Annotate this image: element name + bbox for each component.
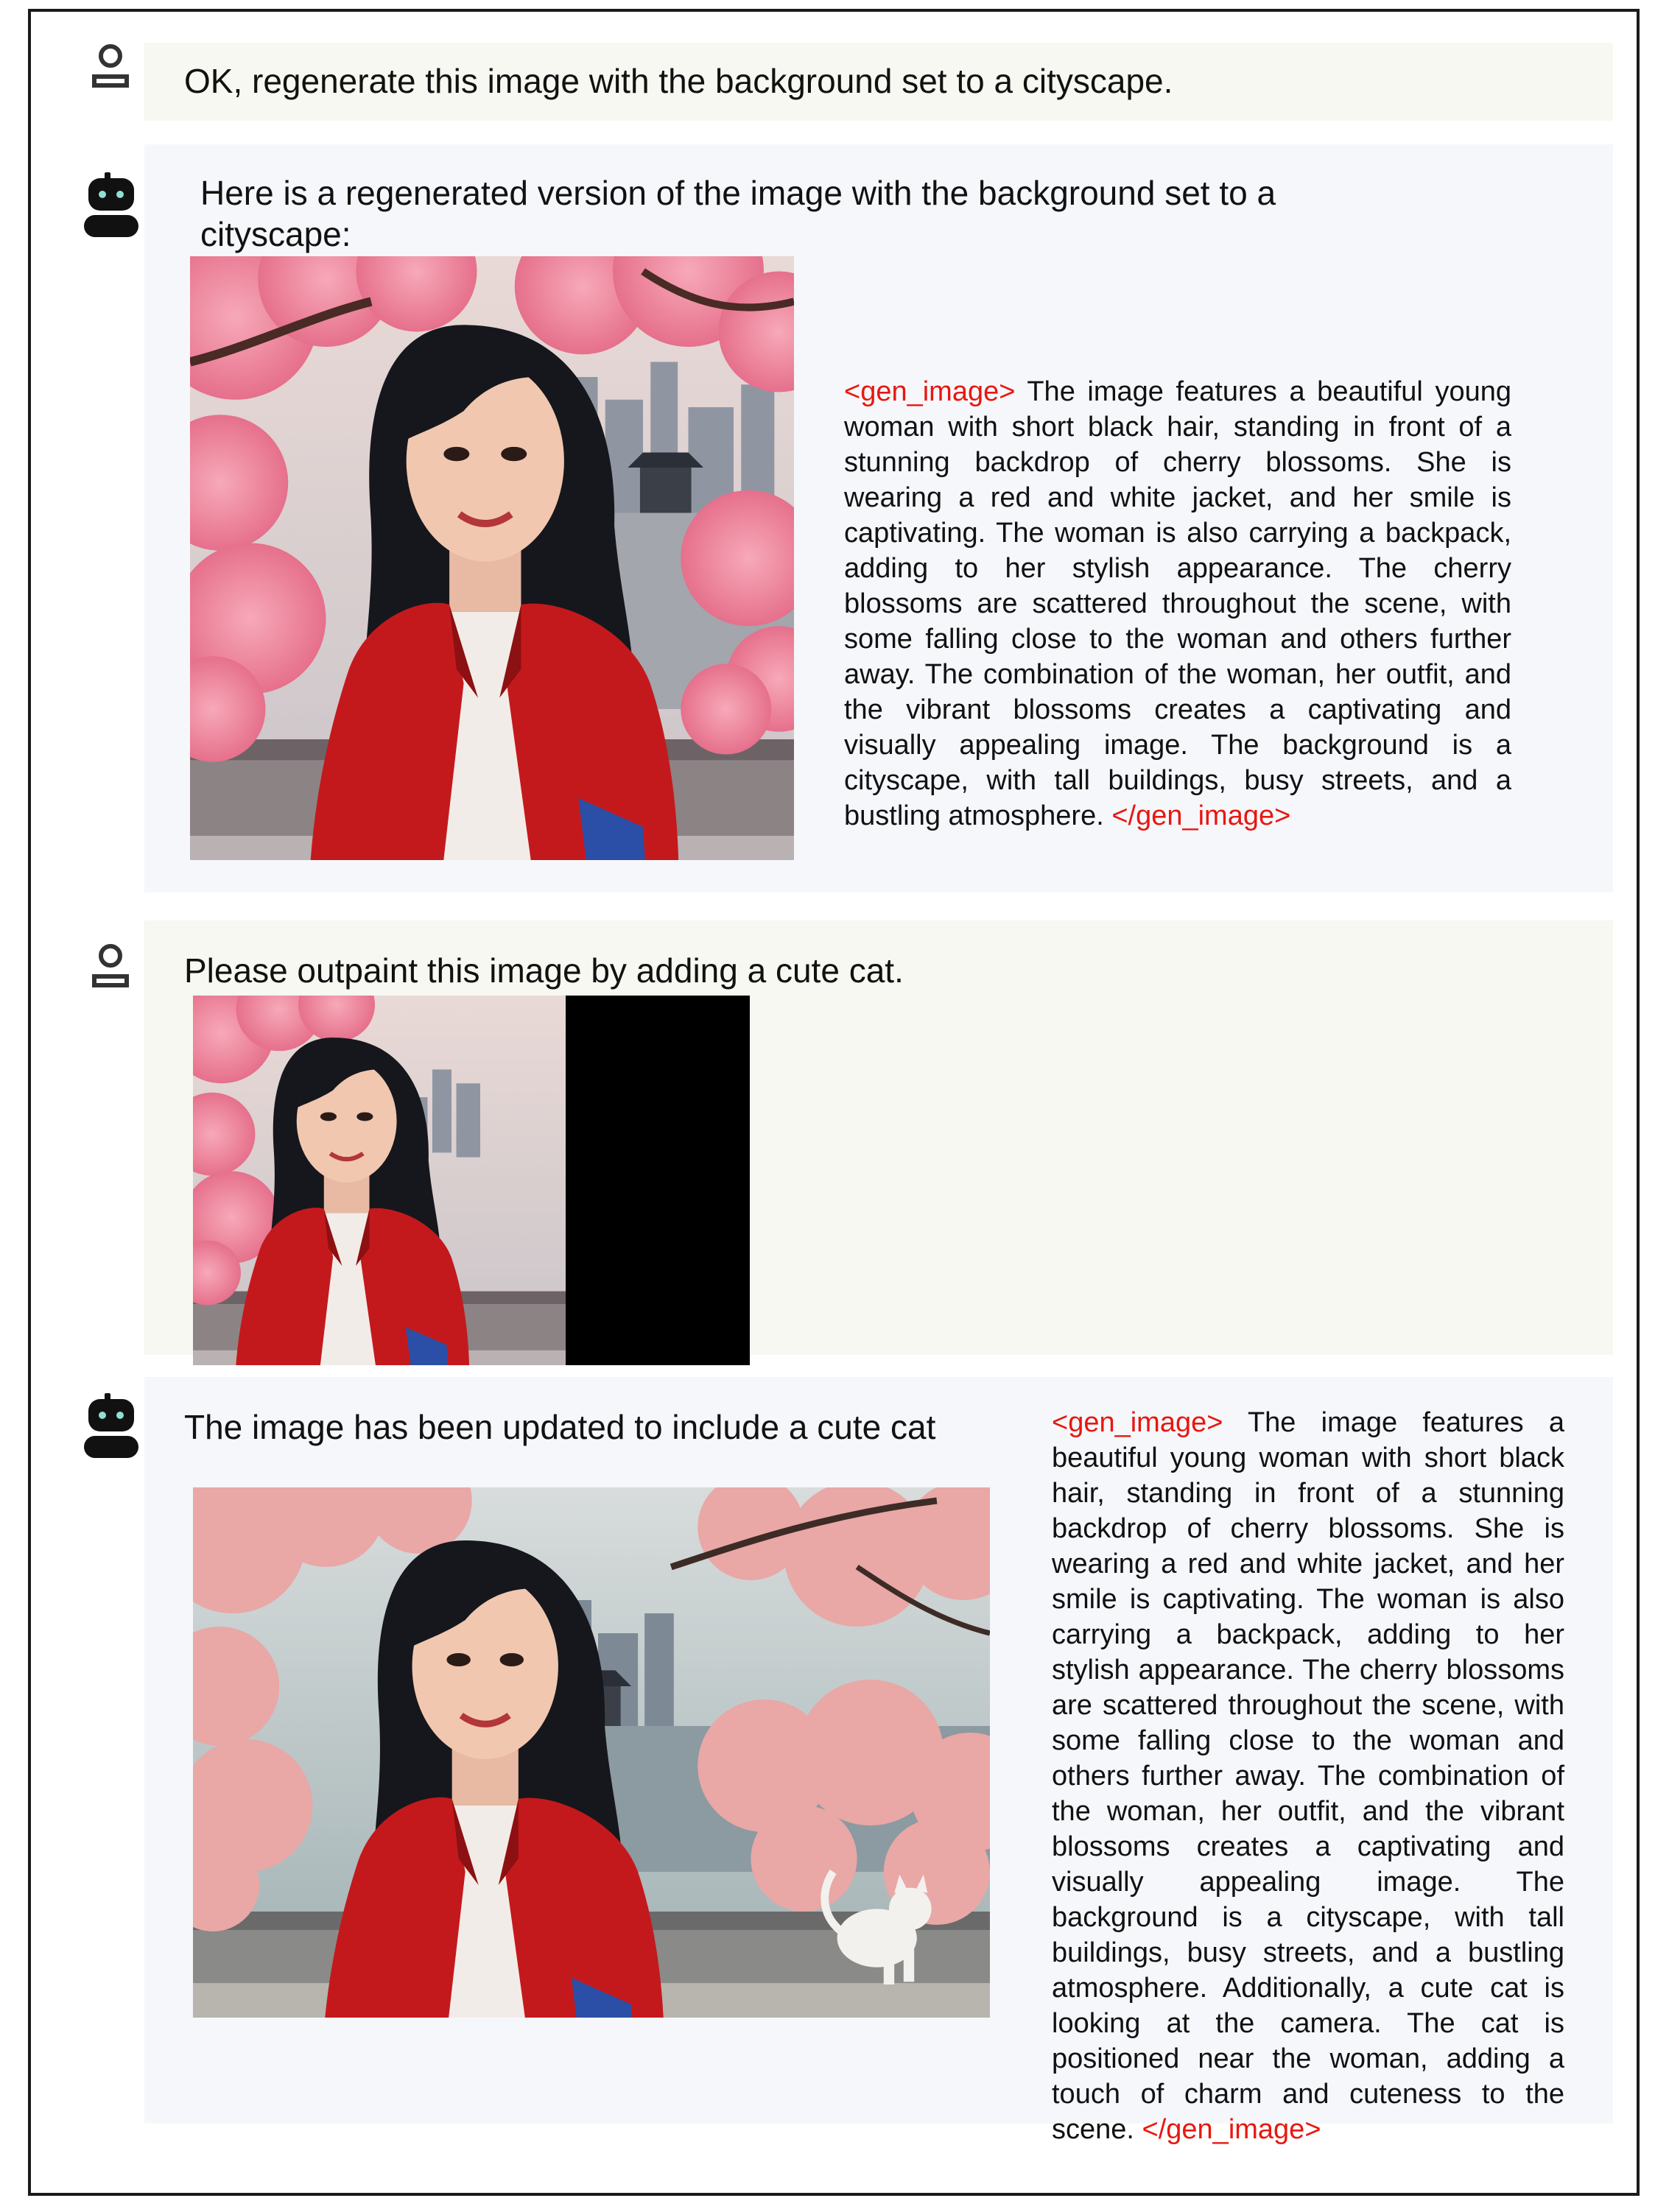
assistant-avatar (82, 1392, 140, 1461)
gen-image-close-tag: </gen_image> (1111, 800, 1291, 831)
assistant-message-2-text: The image has been updated to include a … (184, 1408, 936, 1446)
gen-image-open-tag: <gen_image> (844, 376, 1016, 407)
user-avatar (90, 943, 131, 991)
caption-body: The image features a beautiful young wom… (844, 376, 1511, 831)
generated-image-cityscape (190, 256, 794, 860)
outpainted-image-with-cat (193, 1487, 990, 2018)
assistant-message-1-caption: <gen_image> The image features a beautif… (844, 374, 1511, 834)
user-message-2-text: Please outpaint this image by adding a c… (184, 951, 904, 990)
gen-image-open-tag: <gen_image> (1052, 1407, 1223, 1438)
assistant-avatar (82, 171, 140, 240)
outpaint-mask (566, 996, 750, 1365)
gen-image-close-tag: </gen_image> (1142, 2114, 1321, 2145)
caption-body: The image features a beautiful young wom… (1052, 1407, 1564, 2145)
assistant-message-1-text: Here is a regenerated version of the ima… (200, 174, 1276, 253)
user-avatar (90, 43, 131, 91)
user-message-1-text: OK, regenerate this image with the backg… (184, 62, 1173, 100)
robot-icon (84, 1393, 138, 1458)
robot-icon (84, 172, 138, 237)
outpaint-input-image (193, 996, 750, 1365)
user-icon (92, 44, 129, 88)
assistant-message-2-caption: <gen_image> The image features a beautif… (1052, 1405, 1564, 2147)
user-icon (92, 944, 129, 987)
